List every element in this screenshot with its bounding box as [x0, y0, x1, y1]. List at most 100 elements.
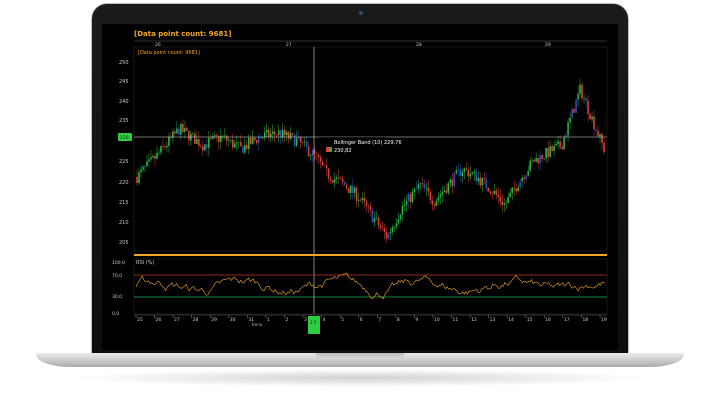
candle-body [469, 173, 472, 177]
candle-body [335, 177, 338, 180]
rsi-tick: 0,0 [112, 311, 119, 317]
candle-body [243, 145, 246, 153]
candle-body [411, 192, 414, 202]
candle-body [397, 219, 400, 224]
candle-body [331, 180, 334, 183]
candle-body [212, 136, 214, 139]
candle-body [603, 142, 605, 152]
candle-body [571, 108, 573, 118]
candle-body [559, 141, 561, 148]
candle-body [531, 160, 533, 161]
candle-body [269, 133, 272, 137]
candle-body [449, 179, 452, 184]
candle-body [277, 130, 280, 136]
crosshair-time-marker [308, 316, 320, 334]
candle-body [206, 144, 208, 148]
candle-body [431, 200, 434, 205]
candle-body [168, 136, 170, 146]
candle-body [172, 131, 174, 138]
price-tick: 205 [119, 240, 129, 246]
candle-body [375, 217, 378, 219]
candle-body [307, 146, 310, 156]
candle-body [547, 148, 549, 158]
candle-body [174, 131, 176, 134]
candle-body [164, 146, 166, 148]
candle-body [263, 132, 266, 138]
candle-body [589, 113, 591, 120]
candle-body [489, 191, 492, 194]
rsi-panel [133, 258, 608, 315]
candle-body [146, 161, 148, 167]
rsi-tick: 100,0 [112, 260, 125, 266]
bottom-axis-label: 15 [527, 317, 533, 323]
candle-body [194, 133, 196, 145]
candle-body [182, 124, 184, 132]
candle-body [465, 168, 468, 170]
candle-body [475, 171, 478, 182]
laptop-lid: [Data point count: 9681] 26 27 28 29 [Da… [91, 3, 629, 355]
candle-body [341, 178, 344, 182]
candle-body [245, 145, 248, 149]
bottom-axis-label: 19 [601, 317, 607, 323]
candle-body [585, 98, 587, 101]
data-count-inner: [Data point count: 9681] [138, 50, 200, 56]
panel-separator[interactable] [134, 254, 607, 256]
candle-body [553, 145, 555, 151]
candle-body [461, 171, 464, 177]
candle-body [493, 190, 496, 194]
candle-body [279, 130, 282, 138]
price-tick: 215 [119, 200, 129, 206]
price-axis: 250 245 240 235 230 225 220 215 210 205 [119, 60, 129, 246]
candle-body [196, 139, 198, 145]
bottom-axis-label: 6 [360, 317, 363, 323]
candle-body [587, 100, 589, 114]
candle-body [381, 227, 384, 229]
candle-body [345, 185, 348, 189]
candle-body [186, 128, 188, 131]
laptop-notch [316, 353, 404, 359]
candle-body [237, 142, 240, 143]
tooltip-line-1: Bollinger Band (10) 229,76 [334, 140, 402, 146]
candle-body [597, 130, 599, 137]
candle-body [202, 146, 204, 151]
candle-body [293, 134, 296, 146]
candle-body [487, 187, 490, 192]
candle-body [136, 177, 138, 183]
candle-body [253, 137, 256, 141]
candle-body [561, 147, 563, 150]
candle-body [581, 84, 583, 99]
candle-body [545, 148, 547, 159]
candle-body [325, 165, 328, 169]
candle-body [142, 166, 144, 170]
candle-body [267, 129, 270, 137]
chart-canvas[interactable]: [Data point count: 9681] 26 27 28 29 [Da… [102, 24, 618, 350]
candle-body [577, 93, 579, 100]
candle-body [515, 188, 517, 192]
candle-body [158, 152, 160, 154]
price-tick: 250 [119, 60, 129, 66]
bottom-axis-label: 26 [156, 317, 162, 323]
tooltip-line-2: 230,82 [334, 148, 352, 154]
candle-body [309, 155, 312, 156]
candle-body [543, 158, 545, 160]
candle-body [423, 183, 426, 189]
candle-body [537, 157, 539, 164]
candle-body [327, 168, 330, 179]
candle-body [595, 129, 597, 131]
candle-body [471, 172, 474, 174]
candle-body [347, 188, 350, 193]
candle-body [255, 140, 258, 143]
candle-body [399, 214, 402, 220]
candle-body [401, 206, 404, 215]
candle-body [593, 116, 595, 130]
candle-body [204, 144, 206, 151]
candle-body [445, 190, 448, 193]
bottom-axis: 25 26 27 28 29 30 31 1 2 3 4 5 6 7 8 9 10 11 12 13 14 15 16 17 1… [135, 315, 607, 323]
candle-body [503, 203, 506, 206]
candle-body [222, 135, 224, 137]
candle-body [447, 183, 450, 193]
candle-body [247, 137, 250, 149]
bottom-axis-label: 17 [564, 317, 570, 323]
candle-body [511, 187, 513, 193]
candle-body [235, 142, 238, 144]
